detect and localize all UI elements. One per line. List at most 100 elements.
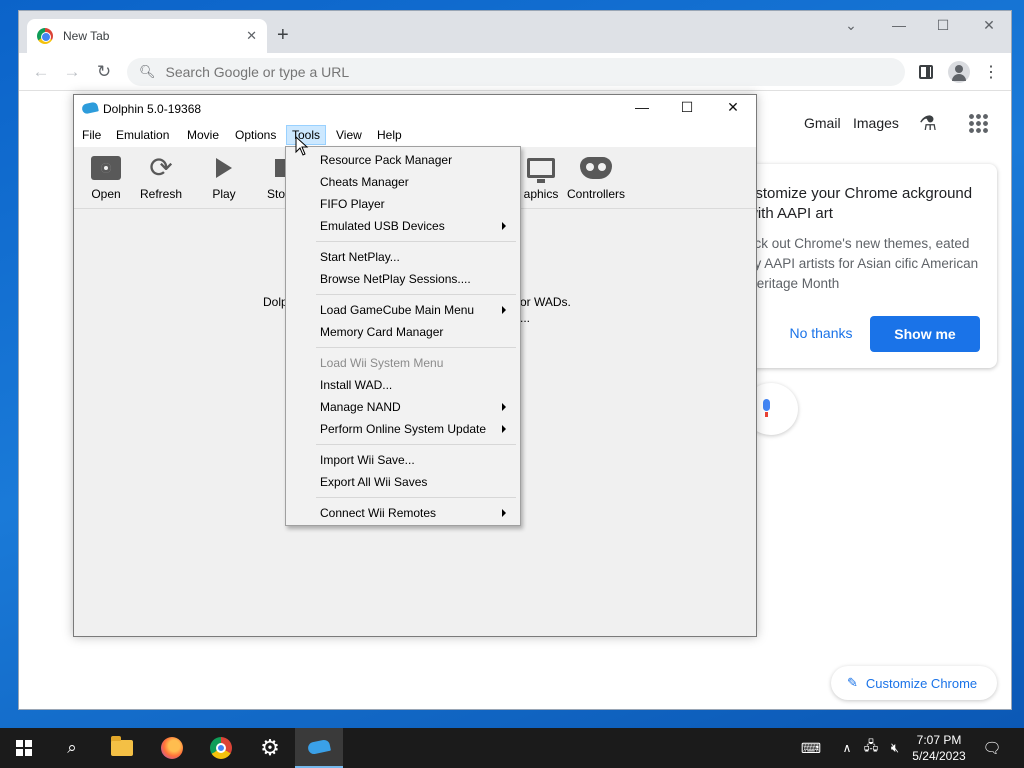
tools-menu-item-resource-pack-manager[interactable]: Resource Pack Manager (286, 149, 520, 171)
refresh-icon: ⟳ (149, 152, 173, 183)
controllers-label: Controllers (566, 187, 626, 201)
notifications-icon[interactable]: 🗨︎ (980, 728, 1004, 768)
controllers-button[interactable]: Controllers (564, 153, 628, 201)
file-explorer-icon (111, 736, 133, 756)
submenu-arrow-icon (502, 403, 506, 411)
menu-options[interactable]: Options (230, 125, 281, 145)
reload-icon[interactable]: ↻ (92, 62, 116, 82)
customize-chrome-button[interactable]: ✎ Customize Chrome (831, 666, 997, 700)
menu-separator (316, 294, 516, 295)
empty-text-right-2: ... (520, 311, 531, 325)
back-icon[interactable]: ← (29, 62, 53, 82)
chrome-minimize-icon[interactable]: — (884, 17, 914, 33)
microphone-icon (763, 399, 770, 417)
new-tab-button[interactable]: + (277, 25, 289, 45)
tools-menu-item-cheats-manager[interactable]: Cheats Manager (286, 171, 520, 193)
start-button[interactable] (0, 728, 48, 768)
firefox-icon (161, 737, 183, 759)
omnibox-input[interactable] (165, 64, 866, 80)
play-button[interactable]: Play (194, 153, 254, 201)
chrome-maximize-icon[interactable]: ☐ (928, 17, 958, 34)
tools-menu-item-browse-netplay-sessions[interactable]: Browse NetPlay Sessions.... (286, 268, 520, 290)
refresh-label: Refresh (139, 187, 183, 201)
tools-menu-item-label: Import Wii Save... (320, 453, 415, 467)
chrome-icon (210, 737, 232, 759)
taskbar-dolphin[interactable] (295, 728, 343, 768)
network-icon[interactable]: 🖧︎ (860, 728, 882, 768)
images-link[interactable]: Images (853, 115, 899, 131)
taskbar-settings[interactable]: ⚙ (246, 728, 294, 768)
tools-menu-item-emulated-usb-devices[interactable]: Emulated USB Devices (286, 215, 520, 237)
tab-close-icon[interactable]: ✕ (246, 28, 257, 44)
tools-menu-item-label: Load Wii System Menu (320, 356, 444, 370)
dolphin-window-title: Dolphin 5.0-19368 (103, 102, 202, 116)
tools-menu-item-label: Resource Pack Manager (320, 153, 453, 167)
tools-menu-item-connect-wii-remotes[interactable]: Connect Wii Remotes (286, 502, 520, 524)
tools-menu-item-import-wii-save[interactable]: Import Wii Save... (286, 449, 520, 471)
refresh-button[interactable]: ⟳ Refresh (131, 152, 191, 202)
tab-title: New Tab (63, 29, 110, 43)
dolphin-minimize-icon[interactable]: — (627, 99, 657, 115)
windows-logo-icon (16, 740, 32, 756)
tab-new-tab[interactable]: New Tab ✕ (27, 19, 267, 53)
open-label: Open (91, 187, 121, 201)
tab-search-icon[interactable]: ⌄ (836, 17, 866, 34)
customize-chrome-label: Customize Chrome (865, 675, 978, 691)
taskbar-file-explorer[interactable] (98, 728, 146, 768)
promo-body: eck out Chrome's new themes, eated by AA… (747, 236, 979, 291)
taskbar-search-button[interactable]: ⌕ (48, 728, 96, 768)
tools-menu-item-label: Load GameCube Main Menu (320, 303, 475, 317)
menu-emulation[interactable]: Emulation (111, 125, 174, 145)
taskbar-firefox[interactable] (148, 728, 196, 768)
tools-menu-item-install-wad[interactable]: Install WAD... (286, 374, 520, 396)
dolphin-maximize-icon[interactable]: ☐ (672, 99, 702, 116)
clock-time: 7:07 PM (916, 733, 962, 747)
tools-menu-item-label: Manage NAND (320, 400, 401, 414)
dolphin-close-icon[interactable]: ✕ (718, 99, 748, 116)
empty-text-right: or WADs. (520, 295, 571, 309)
forward-icon[interactable]: → (60, 62, 84, 82)
tools-menu-item-perform-online-system-update[interactable]: Perform Online System Update (286, 418, 520, 440)
windows-taskbar: ⌕ ⚙ ⌨ ∧ 🖧︎ 🔇︎ 7:07 PM 5/24/2023 🗨︎ (0, 728, 1024, 768)
play-icon (216, 158, 232, 178)
stop-button[interactable]: Sto (257, 153, 285, 201)
graphics-button[interactable]: aphics (521, 153, 561, 201)
tools-menu-item-manage-nand[interactable]: Manage NAND (286, 396, 520, 418)
system-clock[interactable]: 7:07 PM 5/24/2023 (906, 732, 972, 764)
open-button[interactable]: Open (76, 153, 136, 201)
labs-flask-icon[interactable]: ⚗ (919, 111, 937, 136)
submenu-arrow-icon (502, 425, 506, 433)
google-apps-icon[interactable] (968, 113, 988, 133)
tools-menu-item-load-gamecube-main-menu[interactable]: Load GameCube Main Menu (286, 299, 520, 321)
no-thanks-button[interactable]: No thanks (771, 316, 871, 350)
menu-help[interactable]: Help (372, 125, 407, 145)
tools-menu-item-export-all-wii-saves[interactable]: Export All Wii Saves (286, 471, 520, 493)
tools-menu-item-fifo-player[interactable]: FIFO Player (286, 193, 520, 215)
side-panel-icon[interactable] (919, 65, 933, 79)
chrome-close-icon[interactable]: ✕ (974, 17, 1004, 34)
tools-menu-item-memory-card-manager[interactable]: Memory Card Manager (286, 321, 520, 343)
dolphin-icon (306, 738, 332, 756)
taskbar-chrome[interactable] (197, 728, 245, 768)
chrome-menu-icon[interactable]: ⋮ (983, 62, 999, 82)
menu-movie[interactable]: Movie (182, 125, 224, 145)
menu-file[interactable]: File (77, 125, 106, 145)
tools-menu-item-label: Export All Wii Saves (320, 475, 428, 489)
dolphin-logo-icon (81, 101, 99, 115)
omnibox[interactable]: 🔍︎ (127, 58, 905, 86)
tools-menu-item-label: Perform Online System Update (320, 422, 487, 436)
gmail-link[interactable]: Gmail (804, 115, 841, 131)
dolphin-menubar: File Emulation Movie Options Tools View … (74, 123, 756, 147)
tools-menu-item-start-netplay[interactable]: Start NetPlay... (286, 246, 520, 268)
graphics-label: aphics (523, 187, 559, 201)
show-me-button[interactable]: Show me (870, 316, 980, 352)
dolphin-titlebar[interactable]: Dolphin 5.0-19368 — ☐ ✕ (74, 95, 756, 123)
keyboard-icon[interactable]: ⌨ (796, 728, 826, 768)
volume-muted-icon[interactable]: 🔇︎ (884, 728, 906, 768)
menu-view[interactable]: View (331, 125, 367, 145)
profile-avatar-icon[interactable] (948, 61, 970, 83)
search-icon: ⌕ (67, 738, 77, 757)
menu-separator (316, 444, 516, 445)
show-hidden-icons-chevron-icon[interactable]: ∧ (838, 728, 856, 768)
stop-label: Sto (266, 187, 285, 201)
